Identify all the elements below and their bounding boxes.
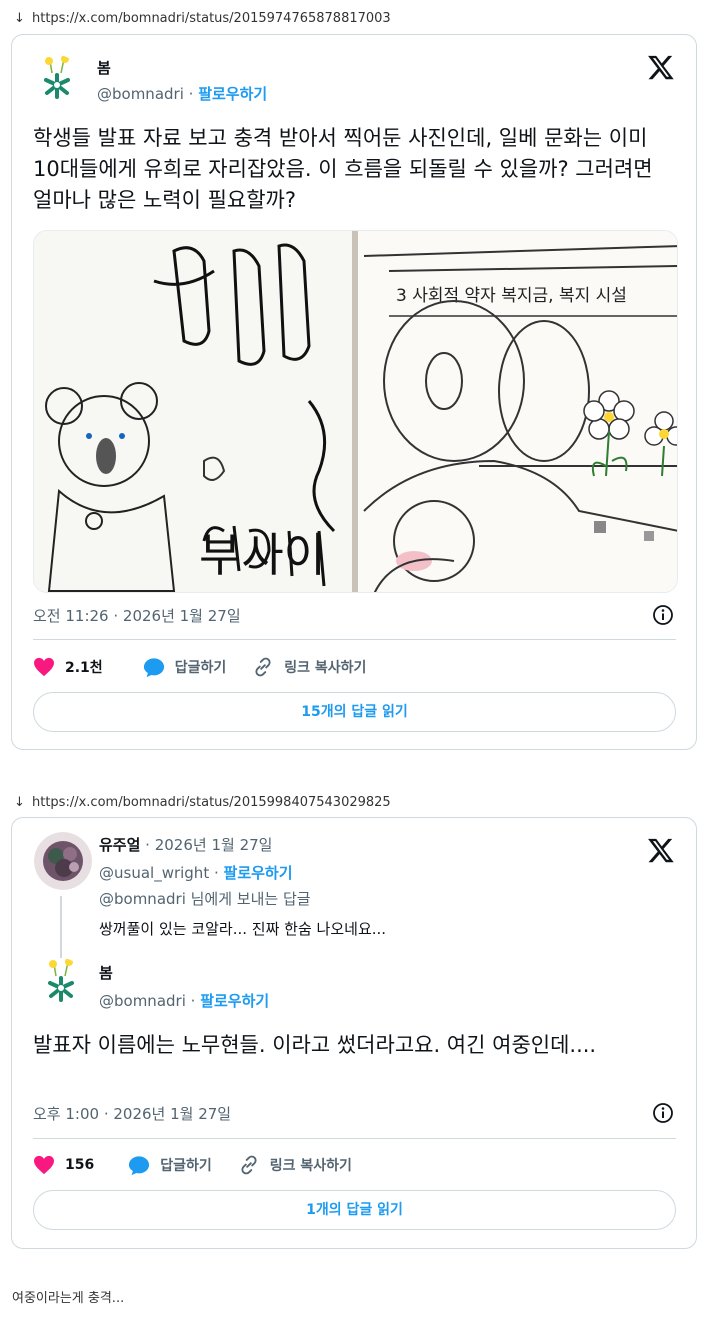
heart-icon	[34, 1155, 54, 1175]
follow-button[interactable]: 팔로우하기	[198, 85, 267, 103]
speech-bubble-icon	[143, 657, 164, 677]
reply-label: 답글하기	[174, 660, 227, 676]
dot-separator: ·	[183, 85, 199, 103]
like-count: 2.1천	[65, 660, 103, 676]
copy-link-button[interactable]: 링크 복사하기	[252, 656, 366, 678]
dot-separator: ·	[185, 992, 201, 1010]
divider	[33, 639, 676, 640]
down-arrow-icon: ↓	[14, 795, 25, 810]
replying-to[interactable]: @bomnadri 님에게 보내는 답글	[99, 888, 311, 909]
author-handle-row: @bomnadri · 팔로우하기	[99, 990, 269, 1011]
info-icon[interactable]	[652, 1102, 674, 1124]
info-icon[interactable]	[652, 604, 674, 626]
copy-link-label: 링크 복사하기	[269, 1158, 352, 1174]
left-bottom-text: 부사이	[199, 528, 326, 582]
tweet-card-1: 봄 @bomnadri · 팔로우하기 학생들 발표 자료 보고 충격 받아서 …	[11, 34, 697, 750]
thread-connector	[60, 896, 62, 958]
tweet-text: 학생들 발표 자료 보고 충격 받아서 찍어둔 사진인데, 일베 문화는 이미 …	[33, 126, 653, 212]
parent-handle[interactable]: @usual_wright	[99, 864, 209, 882]
reply-label: 답글하기	[160, 1158, 212, 1174]
copy-link-label: 링크 복사하기	[284, 660, 367, 676]
tweet-photo[interactable]: 부사이 3 사회적 약자 복지금, 복지 시설	[33, 230, 678, 593]
parent-tweet-text: 쌍꺼풀이 있는 코알라... 진짜 한숨 나오네요...	[99, 920, 387, 938]
parent-avatar[interactable]	[34, 832, 92, 890]
like-button[interactable]: 2.1천	[33, 657, 103, 677]
author-handle[interactable]: @bomnadri	[99, 992, 186, 1010]
tweet-timestamp[interactable]: 오전 11:26 · 2026년 1월 27일	[33, 605, 241, 626]
heart-icon	[34, 657, 54, 677]
caption-text: 여중이라는게 충격...	[12, 1291, 125, 1306]
author-name[interactable]: 봄	[97, 57, 111, 78]
author-handle[interactable]: @bomnadri	[97, 85, 184, 103]
read-replies-button[interactable]: 15개의 답글 읽기	[33, 692, 676, 732]
tweet-text: 발표자 이름에는 노무현들. 이라고 썼더라고요. 여긴 여중인데....	[33, 1033, 597, 1057]
divider	[33, 1138, 676, 1139]
like-button[interactable]: 156	[33, 1155, 94, 1175]
parent-name-row: 유주얼 · 2026년 1월 27일	[99, 834, 272, 855]
speech-bubble-icon	[129, 1155, 150, 1175]
x-logo-icon[interactable]	[647, 53, 675, 81]
like-count: 156	[65, 1157, 95, 1173]
read-replies-button[interactable]: 1개의 답글 읽기	[33, 1190, 676, 1230]
source-url-text[interactable]: https://x.com/bomnadri/status/2015998407…	[32, 795, 391, 810]
link-icon	[241, 1155, 257, 1175]
x-logo-icon[interactable]	[647, 836, 675, 864]
link-icon	[255, 657, 271, 677]
tweet-card-2: 유주얼 · 2026년 1월 27일 @usual_wright · 팔로우하기…	[11, 817, 697, 1249]
reply-button[interactable]: 답글하기	[143, 657, 227, 678]
down-arrow-icon: ↓	[14, 11, 25, 26]
source-url-text[interactable]: https://x.com/bomnadri/status/2015974765…	[32, 11, 391, 26]
dandelion-avatar-icon	[33, 55, 81, 103]
flower-photo-avatar-icon	[34, 832, 92, 890]
student-drawing-image: 부사이 3 사회적 약자 복지금, 복지 시설	[34, 231, 677, 592]
right-heading-text: 3 사회적 약자 복지금, 복지 시설	[396, 286, 627, 306]
source-url-1: ↓ https://x.com/bomnadri/status/201597476…	[14, 8, 391, 30]
tweet-timestamp[interactable]: 오후 1:00 · 2026년 1월 27일	[33, 1103, 231, 1124]
reply-button[interactable]: 답글하기	[128, 1155, 212, 1176]
follow-button[interactable]: 팔로우하기	[200, 992, 269, 1010]
action-bar: 2.1천 답글하기 링크 복사하기	[33, 655, 392, 679]
parent-follow-button[interactable]: 팔로우하기	[224, 864, 293, 882]
action-bar: 156 답글하기 링크 복사하기	[33, 1153, 378, 1177]
parent-date[interactable]: · 2026년 1월 27일	[140, 836, 272, 854]
author-name[interactable]: 봄	[99, 962, 113, 983]
dot-separator: ·	[209, 864, 224, 882]
parent-handle-row: @usual_wright · 팔로우하기	[99, 862, 293, 883]
avatar[interactable]	[37, 958, 85, 1006]
avatar[interactable]	[33, 55, 81, 103]
parent-author-name[interactable]: 유주얼	[99, 836, 140, 854]
source-url-2: ↓ https://x.com/bomnadri/status/201599840…	[14, 792, 391, 814]
copy-link-button[interactable]: 링크 복사하기	[238, 1154, 352, 1176]
dandelion-avatar-icon	[37, 958, 85, 1006]
author-handle-row: @bomnadri · 팔로우하기	[97, 83, 267, 104]
